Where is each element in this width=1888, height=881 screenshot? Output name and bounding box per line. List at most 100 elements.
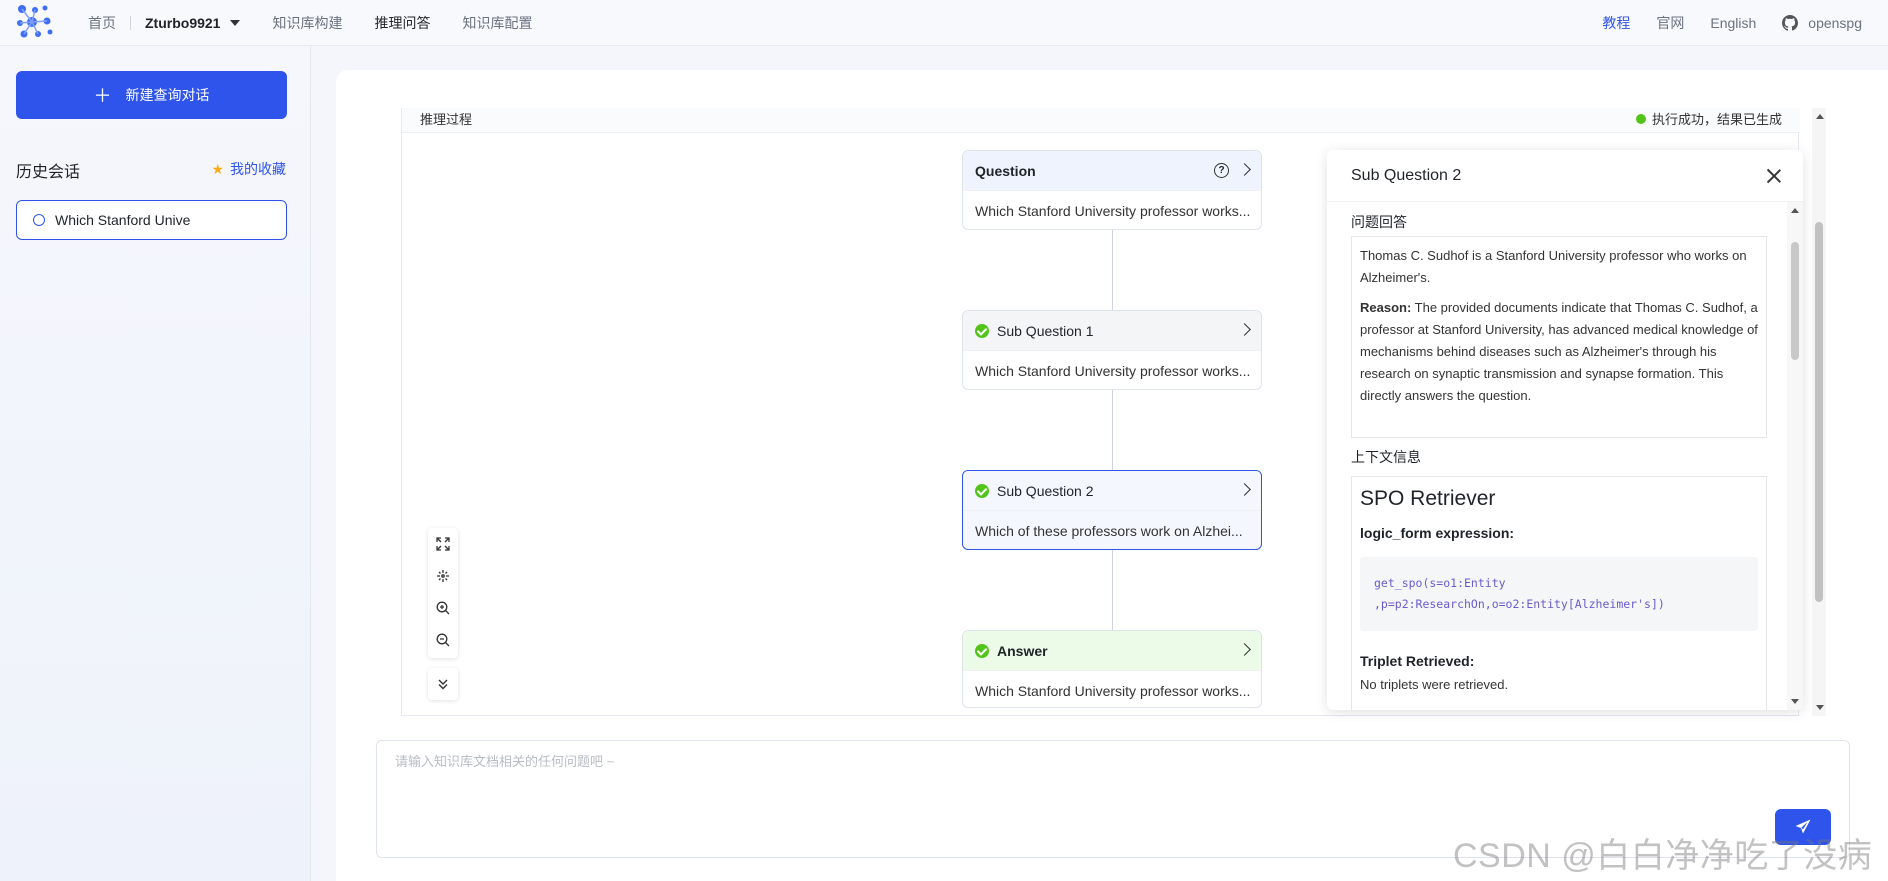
fit-view-button[interactable] (428, 560, 458, 592)
nav-tutorial[interactable]: 教程 (1602, 13, 1630, 33)
scrollbar-thumb[interactable] (1791, 242, 1799, 360)
github-icon (1782, 15, 1799, 31)
context-box: SPO Retriever logic_form expression: get… (1351, 476, 1767, 710)
chat-circle-icon (33, 214, 45, 226)
sidebar: ＋ 新建查询对话 历史会话 ★ 我的收藏 Which Stanford Univ… (0, 46, 311, 881)
scrollbar-thumb[interactable] (1815, 222, 1823, 602)
logic-form-code: get_spo(s=o1:Entity ,p=p2:ResearchOn,o=o… (1360, 557, 1758, 631)
detail-scrollbar[interactable] (1787, 202, 1803, 710)
main-nav: 首页 Zturbo9921 知识库构建 推理问答 知识库配置 (88, 0, 564, 46)
zoom-in-icon (436, 601, 450, 615)
user-menu[interactable]: Zturbo9921 (145, 15, 241, 31)
history-title: 历史会话 (16, 164, 81, 181)
node-title: Sub Question 2 (997, 482, 1094, 499)
zoom-in-button[interactable] (428, 592, 458, 624)
nav-right: 教程 官网 English openspg (1602, 0, 1888, 46)
logic-form-label: logic_form expression: (1360, 525, 1515, 541)
detail-header: Sub Question 2 (1327, 150, 1803, 202)
node-header: Question ? (963, 151, 1261, 191)
fullscreen-icon (436, 537, 450, 551)
node-header: Sub Question 2 (963, 471, 1261, 511)
new-chat-label: 新建查询对话 (125, 87, 210, 103)
nav-divider (130, 16, 131, 30)
code-line: ,p=p2:ResearchOn,o=o2:Entity[Alzheimer's… (1374, 597, 1665, 611)
node-sub-question-1[interactable]: Sub Question 1 Which Stanford University… (962, 310, 1262, 390)
panel-header[interactable]: 推理过程 执行成功，结果已生成 (402, 108, 1800, 133)
scroll-up-arrow[interactable] (1816, 114, 1824, 119)
answer-box: Thomas C. Sudhof is a Stanford Universit… (1351, 236, 1767, 438)
triplet-label: Triplet Retrieved: (1360, 653, 1475, 669)
node-title: Question (975, 162, 1036, 179)
logo-icon[interactable] (14, 3, 56, 41)
top-navbar: 首页 Zturbo9921 知识库构建 推理问答 知识库配置 教程 官网 Eng… (0, 0, 1888, 46)
detail-title: Sub Question 2 (1351, 166, 1462, 184)
triplet-text: No triplets were retrieved. (1360, 677, 1509, 692)
chevron-right-icon[interactable] (1238, 163, 1251, 176)
scroll-down-arrow[interactable] (1816, 705, 1824, 710)
scroll-up-arrow[interactable] (1791, 208, 1799, 213)
node-header: Answer (963, 631, 1261, 671)
code-line: get_spo(s=o1:Entity (1374, 576, 1506, 590)
double-chevron-down-icon (438, 679, 448, 690)
nav-language[interactable]: English (1710, 15, 1756, 31)
history-item-label: Which Stanford Unive (55, 212, 191, 228)
node-answer[interactable]: Answer Which Stanford University profess… (962, 630, 1262, 708)
check-circle-icon (975, 643, 989, 658)
node-title: Sub Question 1 (997, 322, 1094, 339)
nav-reasoning-qa[interactable]: 推理问答 (374, 13, 430, 33)
flow-connector (1112, 550, 1113, 630)
node-question[interactable]: Question ? Which Stanford University pro… (962, 150, 1262, 230)
reason-text: The provided documents indicate that Tho… (1360, 300, 1758, 403)
status-text: 执行成功，结果已生成 (1651, 112, 1782, 127)
fit-view-icon (437, 570, 449, 582)
new-chat-button[interactable]: ＋ 新建查询对话 (16, 71, 287, 119)
retriever-title: SPO Retriever (1360, 487, 1496, 510)
node-text: Which Stanford University professor work… (975, 363, 1251, 379)
close-icon[interactable] (1765, 167, 1783, 185)
scroll-down-arrow[interactable] (1791, 699, 1799, 704)
node-text: Which Stanford University professor work… (975, 683, 1251, 699)
check-circle-icon (975, 323, 989, 338)
detail-drawer: Sub Question 2 问题回答 Thomas C. Sudhof is … (1327, 150, 1803, 710)
status-indicator: 执行成功，结果已生成 (1635, 109, 1782, 128)
context-section-label: 上下文信息 (1351, 449, 1421, 465)
star-icon: ★ (211, 160, 224, 177)
node-header: Sub Question 1 (963, 311, 1261, 351)
flow-connector (1112, 230, 1113, 310)
answer-text: Thomas C. Sudhof is a Stanford Universit… (1360, 248, 1747, 285)
flow-connector (1112, 390, 1113, 470)
panel-header-title: 推理过程 (420, 112, 473, 127)
plus-icon: ＋ (93, 86, 112, 106)
watermark: CSDN @白白净净吃了没病 (1453, 837, 1873, 875)
reason-label: Reason: (1360, 300, 1412, 315)
detail-body: 问题回答 Thomas C. Sudhof is a Stanford Univ… (1327, 202, 1787, 710)
panel-scrollbar[interactable] (1812, 108, 1826, 716)
chevron-right-icon[interactable] (1238, 643, 1251, 656)
canvas-controls (428, 528, 458, 658)
answer-section-label: 问题回答 (1351, 214, 1407, 230)
chevron-right-icon[interactable] (1238, 323, 1251, 336)
nav-home[interactable]: 首页 (88, 13, 116, 33)
collapse-button[interactable] (428, 668, 458, 700)
github-label: openspg (1808, 15, 1862, 31)
zoom-out-icon (436, 633, 450, 647)
chevron-right-icon[interactable] (1238, 483, 1251, 496)
history-item[interactable]: Which Stanford Unive (16, 200, 287, 240)
zoom-out-button[interactable] (428, 624, 458, 656)
nav-kb-build[interactable]: 知识库构建 (272, 13, 342, 33)
reason-paragraph: Reason: The provided documents indicate … (1360, 297, 1758, 407)
node-sub-question-2[interactable]: Sub Question 2 Which of these professors… (962, 470, 1262, 550)
nav-kb-config[interactable]: 知识库配置 (462, 13, 532, 33)
caret-down-icon (230, 20, 241, 26)
node-text: Which Stanford University professor work… (975, 203, 1251, 219)
github-link[interactable]: openspg (1782, 15, 1862, 31)
success-dot-icon (1635, 113, 1646, 124)
nav-official-site[interactable]: 官网 (1656, 13, 1684, 33)
user-name: Zturbo9921 (145, 15, 221, 31)
help-icon[interactable]: ? (1214, 163, 1229, 178)
check-circle-icon (975, 483, 989, 498)
favorites-link[interactable]: ★ 我的收藏 (211, 159, 286, 179)
favorites-label: 我的收藏 (230, 161, 286, 177)
node-text: Which of these professors work on Alzhei… (975, 523, 1243, 539)
fullscreen-button[interactable] (428, 528, 458, 560)
